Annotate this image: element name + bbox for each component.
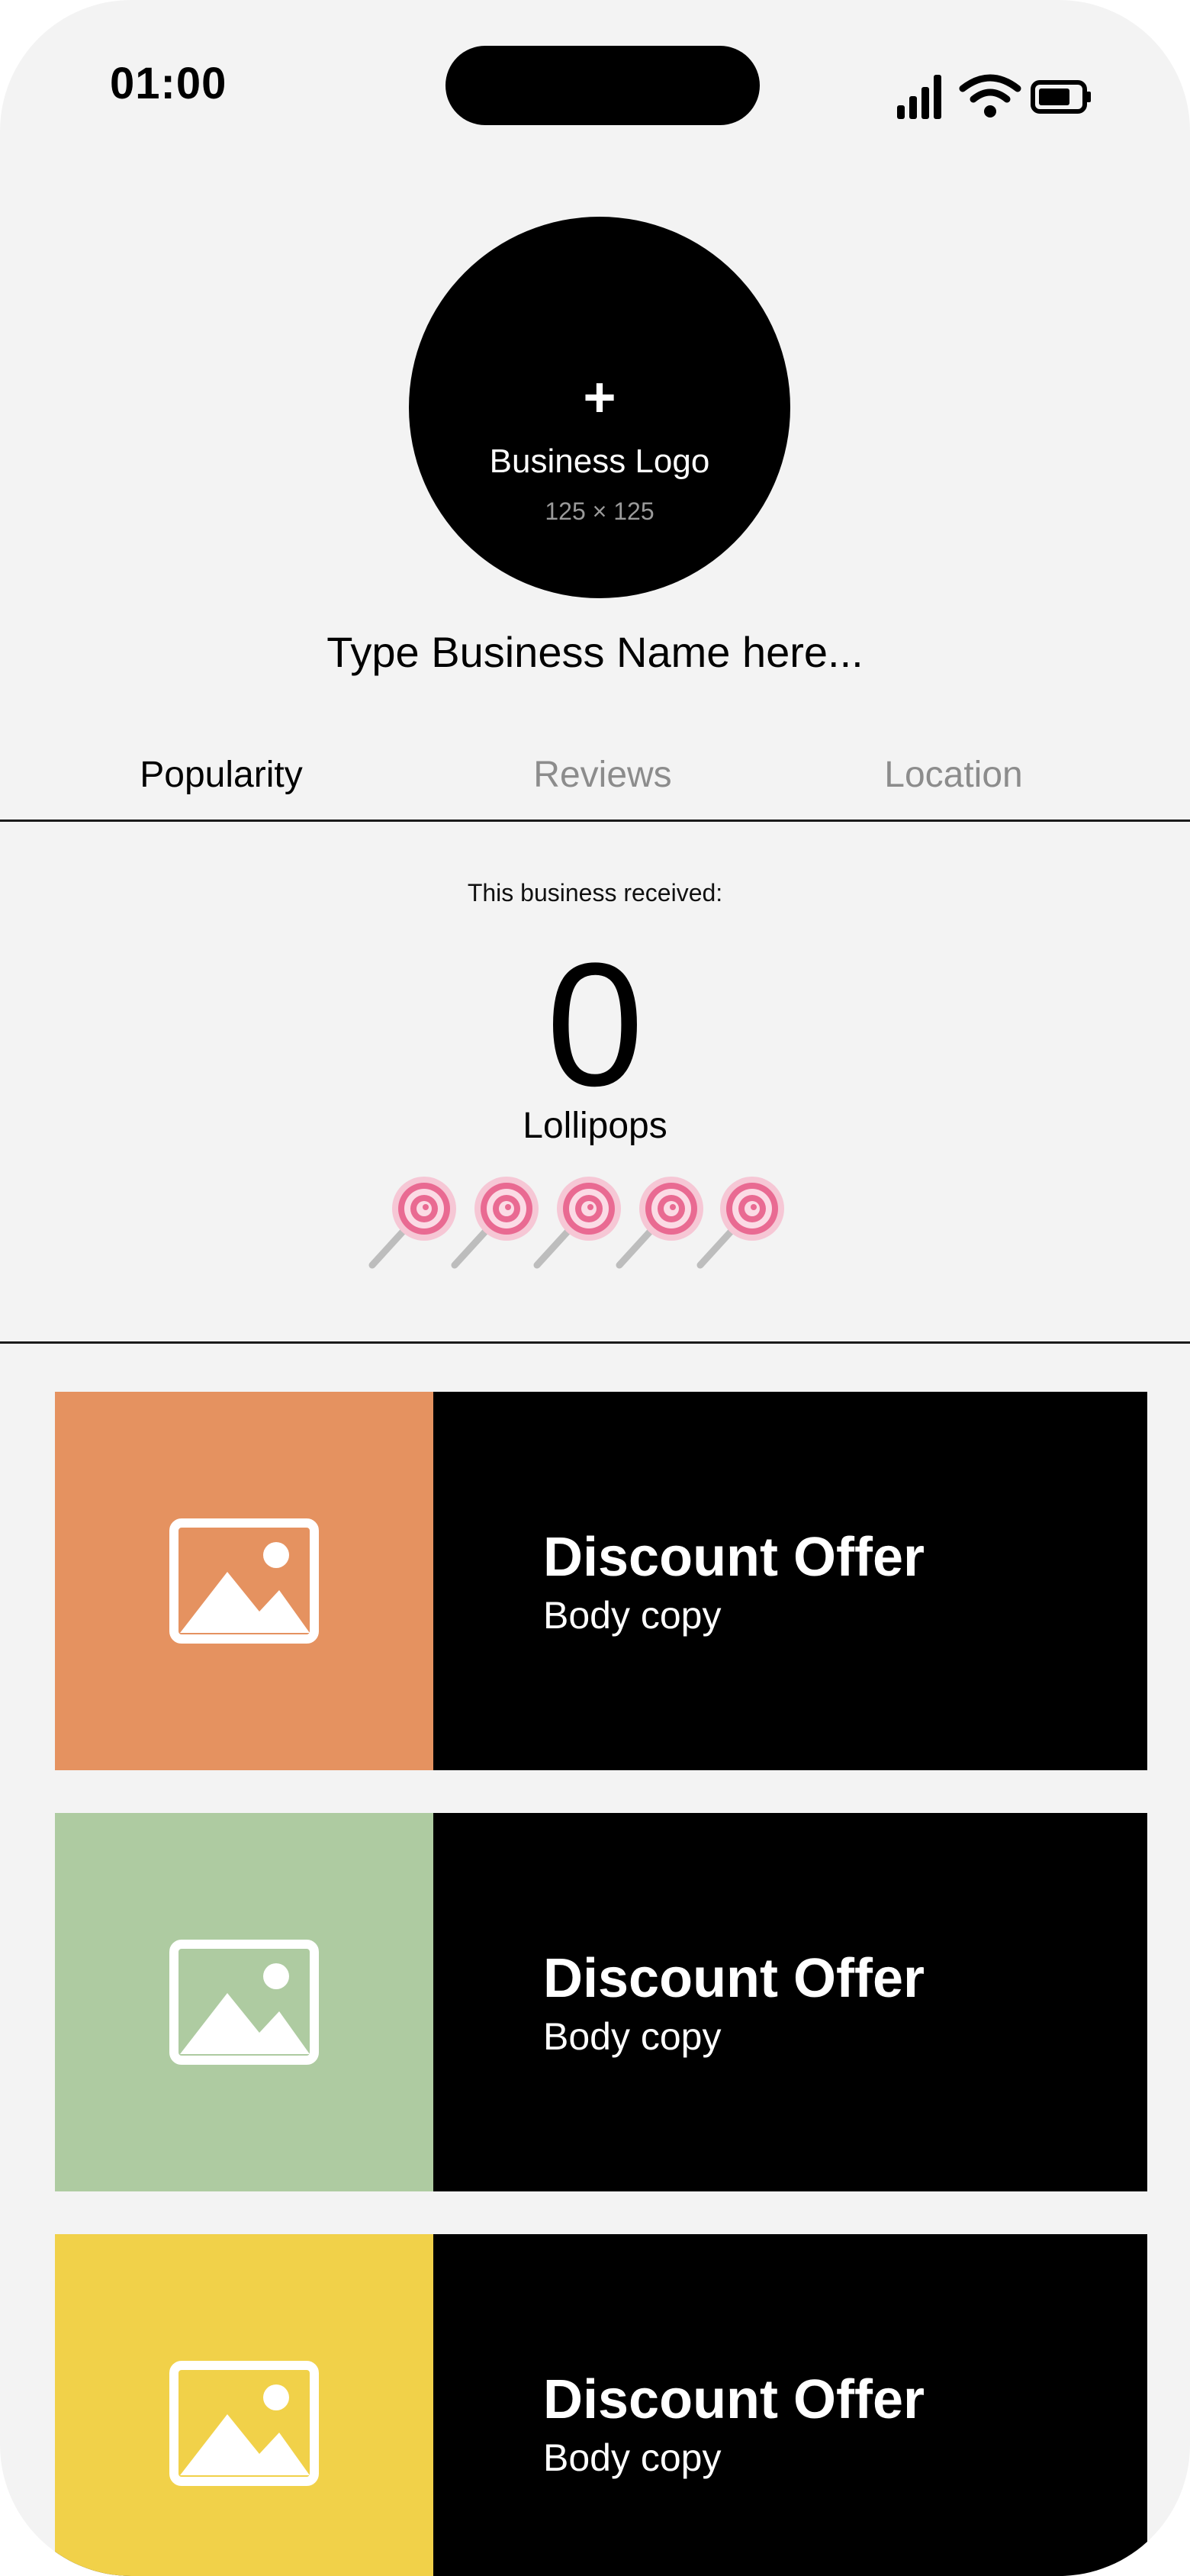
battery-icon (1031, 80, 1091, 114)
section-divider (0, 1341, 1190, 1344)
offer-title: Discount Offer (543, 1948, 925, 2009)
logo-label: Business Logo (489, 443, 710, 480)
image-placeholder-icon (169, 1940, 319, 2065)
lollipop-unit: Lollipops (523, 1106, 667, 1146)
add-logo-icon: + (583, 365, 616, 429)
offer-card[interactable]: Discount Offer Body copy (55, 1392, 1147, 1770)
status-time: 01:00 (110, 59, 227, 108)
offer-title: Discount Offer (543, 1527, 925, 1588)
offer-title: Discount Offer (543, 2369, 925, 2430)
offer-image-placeholder (55, 2234, 433, 2576)
offer-body: Body copy (543, 2436, 722, 2479)
received-label: This business received: (467, 879, 723, 906)
offer-image-placeholder (55, 1392, 433, 1770)
phone-screen: 01:00 + Business Logo 125 × 125 Type Bus… (0, 0, 1190, 2576)
business-logo-upload[interactable]: + Business Logo 125 × 125 (409, 217, 790, 598)
business-name-field[interactable]: Type Business Name here... (0, 627, 1190, 677)
offer-body: Body copy (543, 1594, 722, 1637)
offer-card[interactable]: Discount Offer Body copy (55, 1813, 1147, 2191)
tab-reviews[interactable]: Reviews (465, 754, 740, 796)
tabs-divider (0, 819, 1190, 822)
wifi-dot (984, 105, 996, 118)
wifi-icon (959, 74, 1021, 103)
offer-card[interactable]: Discount Offer Body copy (55, 2234, 1147, 2576)
lollipop-count: 0 (546, 926, 644, 1122)
offer-body: Body copy (543, 2015, 722, 2058)
image-placeholder-icon (169, 1518, 319, 1644)
offer-image-placeholder (55, 1813, 433, 2191)
logo-size: 125 × 125 (545, 497, 654, 525)
tab-popularity[interactable]: Popularity (84, 754, 359, 796)
signal-icon (897, 75, 941, 119)
status-icons (897, 74, 1091, 119)
lollipop-icon (696, 1177, 784, 1269)
image-placeholder-icon (169, 2361, 319, 2486)
dynamic-island (445, 46, 760, 125)
tab-location[interactable]: Location (816, 754, 1091, 796)
lollipop-rating (365, 1175, 792, 1274)
